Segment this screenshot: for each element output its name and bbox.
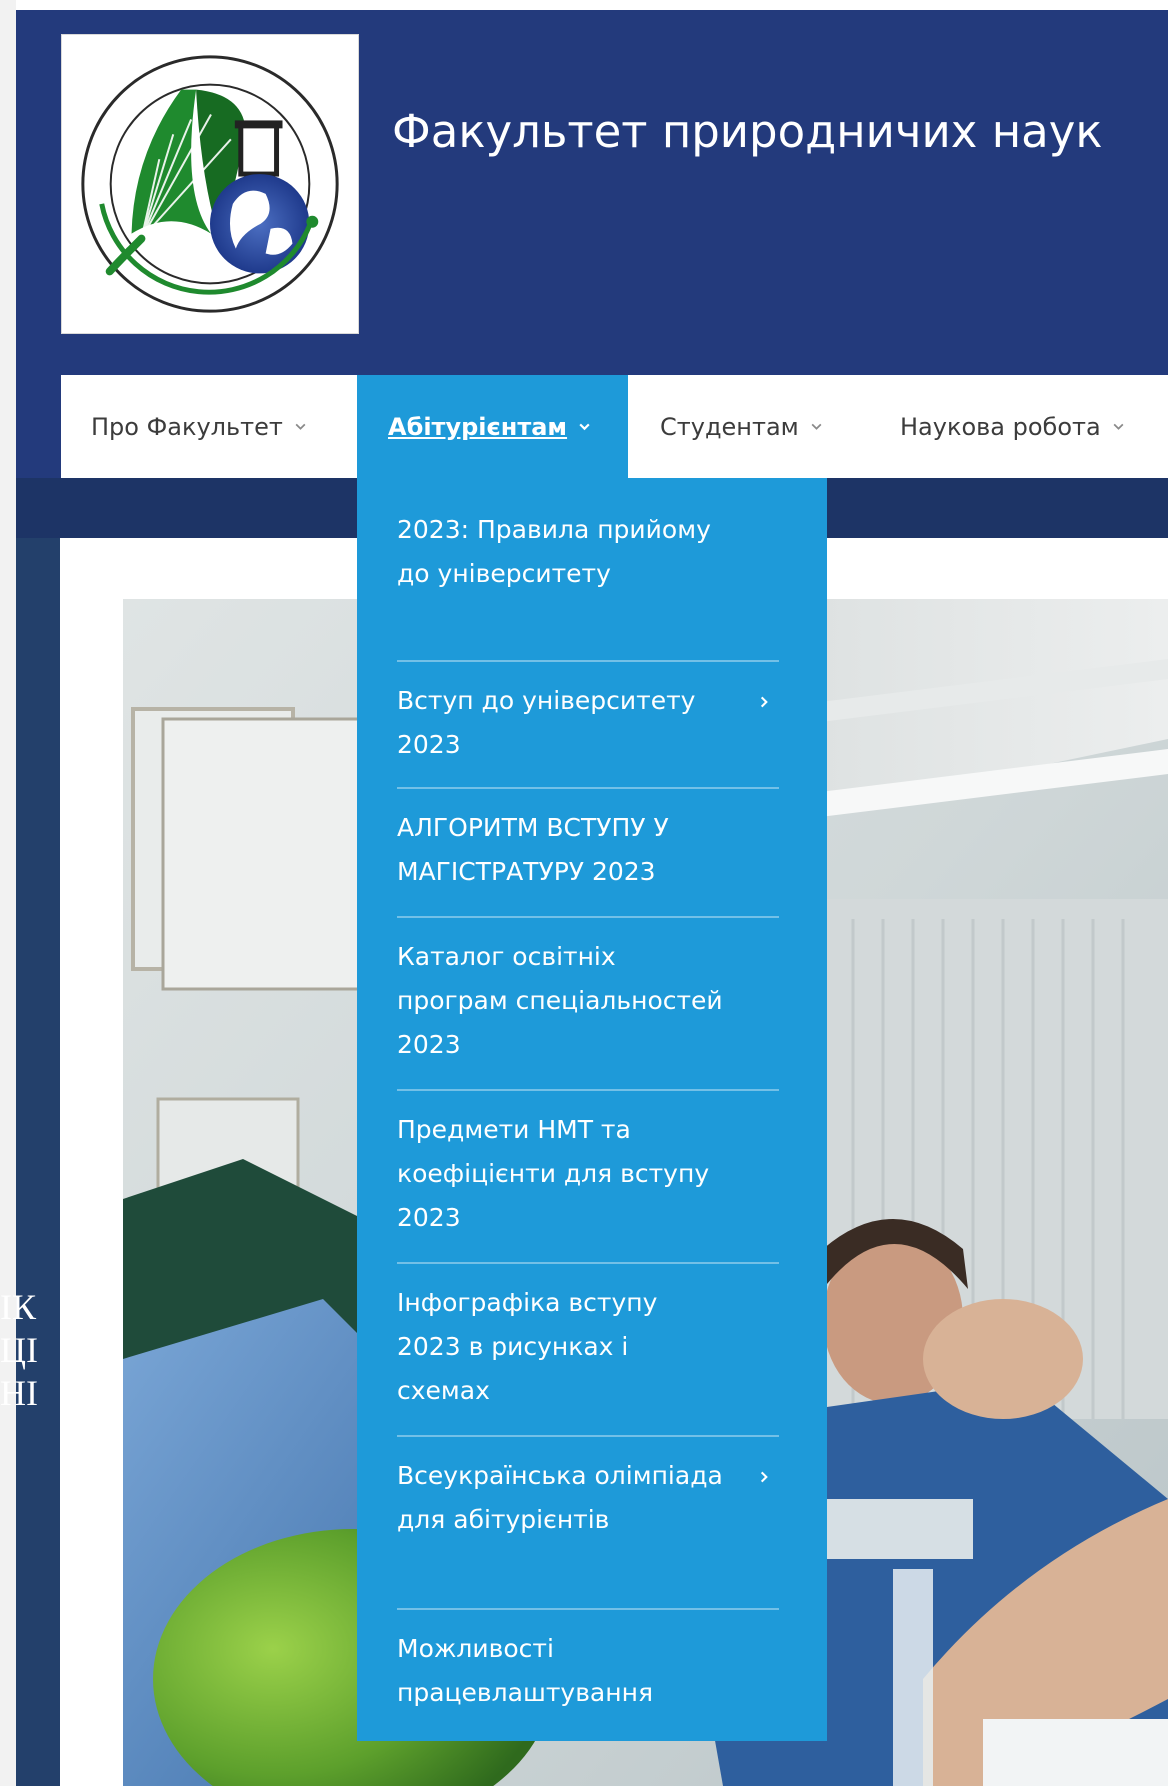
hero-text-line-3: НІ bbox=[0, 1373, 38, 1413]
nav-item-label: Наукова робота bbox=[900, 412, 1101, 441]
dropdown-item-employment[interactable]: Можливості працевлаштування bbox=[397, 1627, 779, 1715]
chevron-right-icon bbox=[760, 696, 768, 708]
hero-text-line-2: ЦІ bbox=[0, 1330, 38, 1370]
dropdown-item-label: Інфографіка вступу 2023 в рисунках і схе… bbox=[397, 1288, 658, 1405]
dropdown-item-master-algorithm[interactable]: АЛГОРИТМ ВСТУПУ У МАГІСТРАТУРУ 2023 bbox=[397, 806, 779, 894]
dropdown-item-label: Вступ до університету 2023 bbox=[397, 686, 696, 759]
dropdown-item-label: Можливості працевлаштування bbox=[397, 1634, 653, 1707]
dropdown-divider bbox=[397, 1435, 779, 1437]
chevron-right-icon bbox=[760, 1471, 768, 1483]
nav-item-label: Про Факультет bbox=[91, 412, 283, 441]
dropdown-item-nmt-subjects[interactable]: Предмети НМТ та коефіцієнти для вступу 2… bbox=[397, 1108, 779, 1240]
applicants-dropdown-menu: 2023: Правила прийому до університету Вс… bbox=[357, 478, 827, 1741]
chevron-down-icon bbox=[295, 423, 306, 430]
main-navigation: Про Факультет Абітурієнтам Студентам Нау… bbox=[61, 375, 1168, 478]
dropdown-divider bbox=[397, 1089, 779, 1091]
hero-text-line-1: ІК bbox=[0, 1287, 36, 1327]
dropdown-item-label: Предмети НМТ та коефіцієнти для вступу 2… bbox=[397, 1115, 710, 1232]
left-edge bbox=[0, 0, 16, 1786]
dropdown-item-program-catalog[interactable]: Каталог освітніх програм спеціальностей … bbox=[397, 935, 779, 1067]
dropdown-item-label: Каталог освітніх програм спеціальностей … bbox=[397, 942, 723, 1059]
dropdown-divider bbox=[397, 1262, 779, 1264]
chevron-down-icon bbox=[1113, 423, 1124, 430]
nav-item-label: Студентам bbox=[660, 412, 799, 441]
dropdown-item-label: Всеукраїнська олімпіада для абітурієнтів bbox=[397, 1461, 723, 1534]
dropdown-item-olympiad[interactable]: Всеукраїнська олімпіада для абітурієнтів bbox=[397, 1454, 779, 1542]
dropdown-divider bbox=[397, 1608, 779, 1610]
dropdown-divider bbox=[397, 660, 779, 662]
dropdown-item-label: АЛГОРИТМ ВСТУПУ У МАГІСТРАТУРУ 2023 bbox=[397, 813, 669, 886]
hero-overlay-text: ІК ЦІ НІ bbox=[0, 1286, 80, 1415]
page: ІК ЦІ НІ Факультет природничих наук Про … bbox=[0, 0, 1168, 1786]
nav-item-research[interactable]: Наукова робота bbox=[900, 375, 1125, 478]
nav-item-label: Абітурієнтам bbox=[388, 412, 568, 441]
dropdown-item-university-entry[interactable]: Вступ до університету 2023 bbox=[397, 679, 779, 767]
chevron-down-icon bbox=[811, 423, 822, 430]
chevron-down-icon bbox=[579, 423, 590, 431]
dropdown-item-label: 2023: Правила прийому до університету bbox=[397, 515, 711, 588]
site-title[interactable]: Факультет природничих наук bbox=[392, 104, 1152, 160]
dropdown-divider bbox=[397, 787, 779, 789]
dropdown-divider bbox=[397, 916, 779, 918]
nav-item-applicants[interactable]: Абітурієнтам bbox=[357, 375, 628, 478]
side-band bbox=[16, 538, 60, 1786]
dropdown-item-admission-rules[interactable]: 2023: Правила прийому до університету bbox=[397, 508, 779, 596]
nav-item-about-faculty[interactable]: Про Факультет bbox=[91, 375, 307, 478]
dropdown-item-infographics[interactable]: Інфографіка вступу 2023 в рисунках і схе… bbox=[397, 1281, 779, 1413]
nav-item-students[interactable]: Студентам bbox=[660, 375, 823, 478]
faculty-logo-icon[interactable] bbox=[61, 34, 359, 334]
